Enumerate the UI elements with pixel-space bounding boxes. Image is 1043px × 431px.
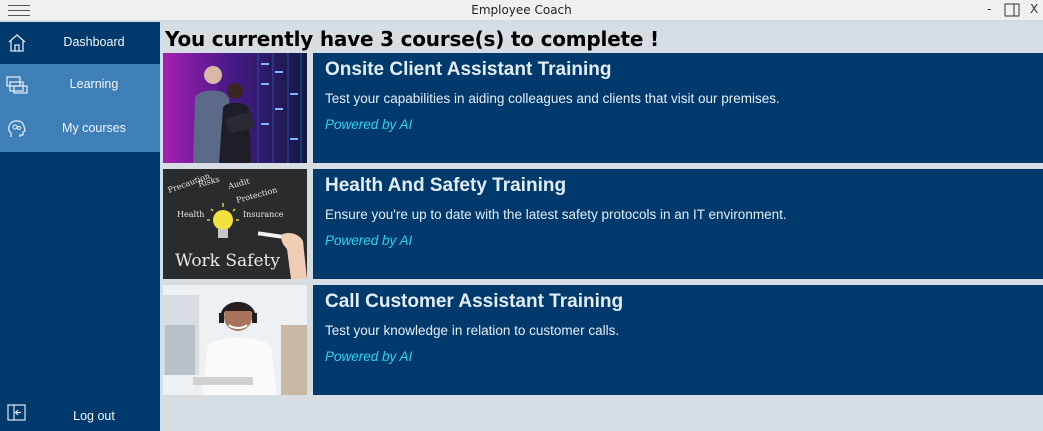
logout-icon (7, 404, 26, 421)
course-card[interactable]: Health And Safety Training Ensure you're… (313, 169, 1043, 279)
course-item: Call Customer Assistant Training Test yo… (163, 285, 1043, 395)
logout-button[interactable]: Log out (0, 394, 160, 431)
server-room-image (163, 53, 307, 163)
sidebar: Dashboard Learning My courses Log out (0, 22, 160, 431)
window-title: Employee Coach (471, 3, 572, 17)
maximize-button[interactable] (1004, 3, 1020, 20)
chalk-word: Health (177, 210, 204, 219)
page-title: You currently have 3 course(s) to comple… (165, 27, 659, 51)
call-center-agent-image (163, 285, 307, 395)
course-title: Call Customer Assistant Training (325, 291, 624, 312)
powered-by-ai-tag: Powered by AI (325, 233, 413, 248)
maximize-icon (1004, 3, 1020, 17)
course-image-call-center[interactable] (163, 285, 307, 395)
course-card[interactable]: Call Customer Assistant Training Test yo… (313, 285, 1043, 395)
chalk-word: Work Safety (175, 251, 280, 271)
chalk-word: Insurance (243, 210, 284, 219)
logout-label: Log out (73, 409, 115, 423)
sidebar-item-label: Dashboard (63, 35, 125, 49)
course-image-work-safety[interactable]: Precaution Risks Audit Protection Health… (163, 169, 307, 279)
work-safety-chalkboard-image: Precaution Risks Audit Protection Health… (163, 169, 307, 279)
sidebar-item-label: My courses (62, 121, 126, 135)
course-description: Test your knowledge in relation to custo… (325, 323, 620, 338)
course-card[interactable]: Onsite Client Assistant Training Test yo… (313, 53, 1043, 163)
powered-by-ai-tag: Powered by AI (325, 349, 413, 364)
course-item: Precaution Risks Audit Protection Health… (163, 169, 1043, 279)
powered-by-ai-tag: Powered by AI (325, 117, 413, 132)
course-item: Onsite Client Assistant Training Test yo… (163, 53, 1043, 163)
sidebar-item-dashboard[interactable]: Dashboard (0, 22, 160, 66)
course-title: Health And Safety Training (325, 175, 567, 196)
course-description: Ensure you're up to date with the latest… (325, 207, 787, 222)
course-title: Onsite Client Assistant Training (325, 59, 612, 80)
sidebar-item-label: Learning (69, 77, 119, 91)
sidebar-item-learning[interactable]: Learning (0, 64, 160, 108)
close-button[interactable]: X (1030, 2, 1038, 16)
sidebar-item-my-courses[interactable]: My courses (0, 108, 160, 152)
my-courses-icon (8, 120, 26, 137)
home-icon (8, 34, 26, 52)
learning-icon (6, 76, 28, 94)
title-bar: Employee Coach - X (0, 0, 1043, 21)
course-image-server-room[interactable] (163, 53, 307, 163)
minimize-button[interactable]: - (987, 2, 991, 16)
course-description: Test your capabilities in aiding colleag… (325, 91, 780, 106)
